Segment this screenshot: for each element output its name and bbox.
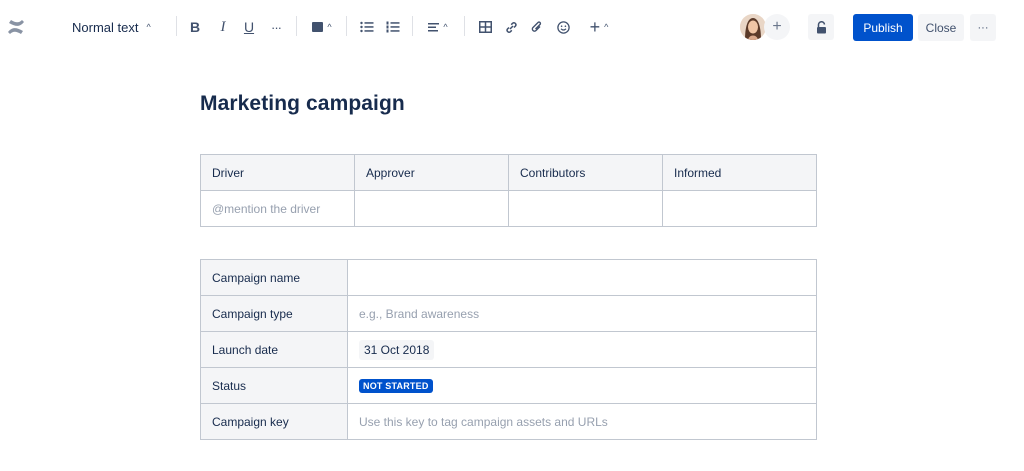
table-header-cell[interactable]: Informed	[662, 154, 817, 191]
link-button[interactable]	[502, 14, 520, 40]
underline-button[interactable]: U	[240, 14, 258, 40]
user-avatar[interactable]	[740, 14, 766, 40]
add-collaborator-button[interactable]: +	[764, 14, 790, 40]
status-badge[interactable]: NOT STARTED	[359, 379, 433, 393]
restrictions-button[interactable]	[808, 14, 834, 40]
table-button[interactable]	[476, 14, 494, 40]
table-row: Status NOT STARTED	[200, 367, 817, 404]
insert-more-button[interactable]: + ^	[584, 14, 614, 40]
informed-cell[interactable]	[662, 190, 817, 227]
chevron-up-icon: ^	[146, 22, 151, 32]
table-row: Launch date 31 Oct 2018	[200, 331, 817, 368]
toolbar-divider	[412, 16, 413, 36]
emoji-button[interactable]	[554, 14, 572, 40]
attachment-button[interactable]	[528, 14, 546, 40]
avatar-photo-icon	[740, 14, 766, 40]
bullet-list-icon	[360, 21, 374, 33]
publish-button[interactable]: Publish	[853, 14, 913, 41]
table-header-cell[interactable]: Contributors	[508, 154, 663, 191]
table-header-row: Driver Approver Contributors Informed	[200, 154, 817, 191]
toolbar-divider	[346, 16, 347, 36]
numbered-list-button[interactable]	[384, 14, 402, 40]
toolbar-divider	[464, 16, 465, 36]
text-style-dropdown[interactable]: Normal text ^	[72, 14, 158, 40]
chevron-up-icon: ^	[327, 22, 332, 32]
row-label[interactable]: Campaign key	[200, 403, 348, 440]
table-row: Campaign type e.g., Brand awareness	[200, 295, 817, 332]
table-icon	[478, 21, 492, 33]
status-cell[interactable]: NOT STARTED	[347, 367, 817, 404]
more-formatting-button[interactable]: ···	[266, 14, 286, 40]
table-header-cell[interactable]: Driver	[200, 154, 355, 191]
row-label[interactable]: Campaign type	[200, 295, 348, 332]
editor-toolbar: Normal text ^ B I U ··· ^ ^ + ^ + Publis…	[0, 0, 1024, 54]
align-left-icon	[428, 23, 440, 32]
date-chip[interactable]: 31 Oct 2018	[359, 339, 435, 360]
table-row: Campaign name	[200, 259, 817, 296]
table-row: Campaign key Use this key to tag campaig…	[200, 403, 817, 440]
toolbar-divider	[296, 16, 297, 36]
color-swatch-icon	[312, 22, 324, 32]
roles-table: Driver Approver Contributors Informed @m…	[200, 154, 817, 227]
paperclip-icon	[531, 20, 542, 32]
italic-button[interactable]: I	[214, 14, 232, 40]
page-title[interactable]: Marketing campaign	[200, 92, 405, 116]
chevron-up-icon: ^	[443, 22, 448, 32]
text-style-label: Normal text	[72, 19, 139, 35]
row-label[interactable]: Status	[200, 367, 348, 404]
numbered-list-icon	[386, 21, 400, 33]
table-row: @mention the driver	[200, 190, 817, 227]
bold-button[interactable]: B	[186, 14, 204, 40]
text-color-button[interactable]: ^	[308, 14, 336, 40]
contributors-cell[interactable]	[508, 190, 663, 227]
campaign-key-cell[interactable]: Use this key to tag campaign assets and …	[347, 403, 817, 440]
launch-date-cell[interactable]: 31 Oct 2018	[347, 331, 817, 368]
campaign-type-cell[interactable]: e.g., Brand awareness	[347, 295, 817, 332]
row-label[interactable]: Launch date	[200, 331, 348, 368]
toolbar-divider	[176, 16, 177, 36]
campaign-details-table: Campaign name Campaign type e.g., Brand …	[200, 259, 817, 440]
close-button[interactable]: Close	[918, 14, 964, 41]
plus-icon: +	[589, 16, 601, 37]
chevron-up-icon: ^	[604, 22, 609, 32]
confluence-logo-icon[interactable]	[4, 14, 28, 40]
table-header-cell[interactable]: Approver	[354, 154, 509, 191]
bullet-list-button[interactable]	[358, 14, 376, 40]
alignment-button[interactable]: ^	[424, 14, 452, 40]
approver-cell[interactable]	[354, 190, 509, 227]
driver-cell[interactable]: @mention the driver	[200, 190, 355, 227]
link-icon	[505, 21, 517, 33]
row-label[interactable]: Campaign name	[200, 259, 348, 296]
unlock-icon	[816, 20, 826, 33]
more-actions-button[interactable]: ···	[970, 14, 996, 41]
emoji-icon	[556, 20, 570, 34]
campaign-name-cell[interactable]	[347, 259, 817, 296]
